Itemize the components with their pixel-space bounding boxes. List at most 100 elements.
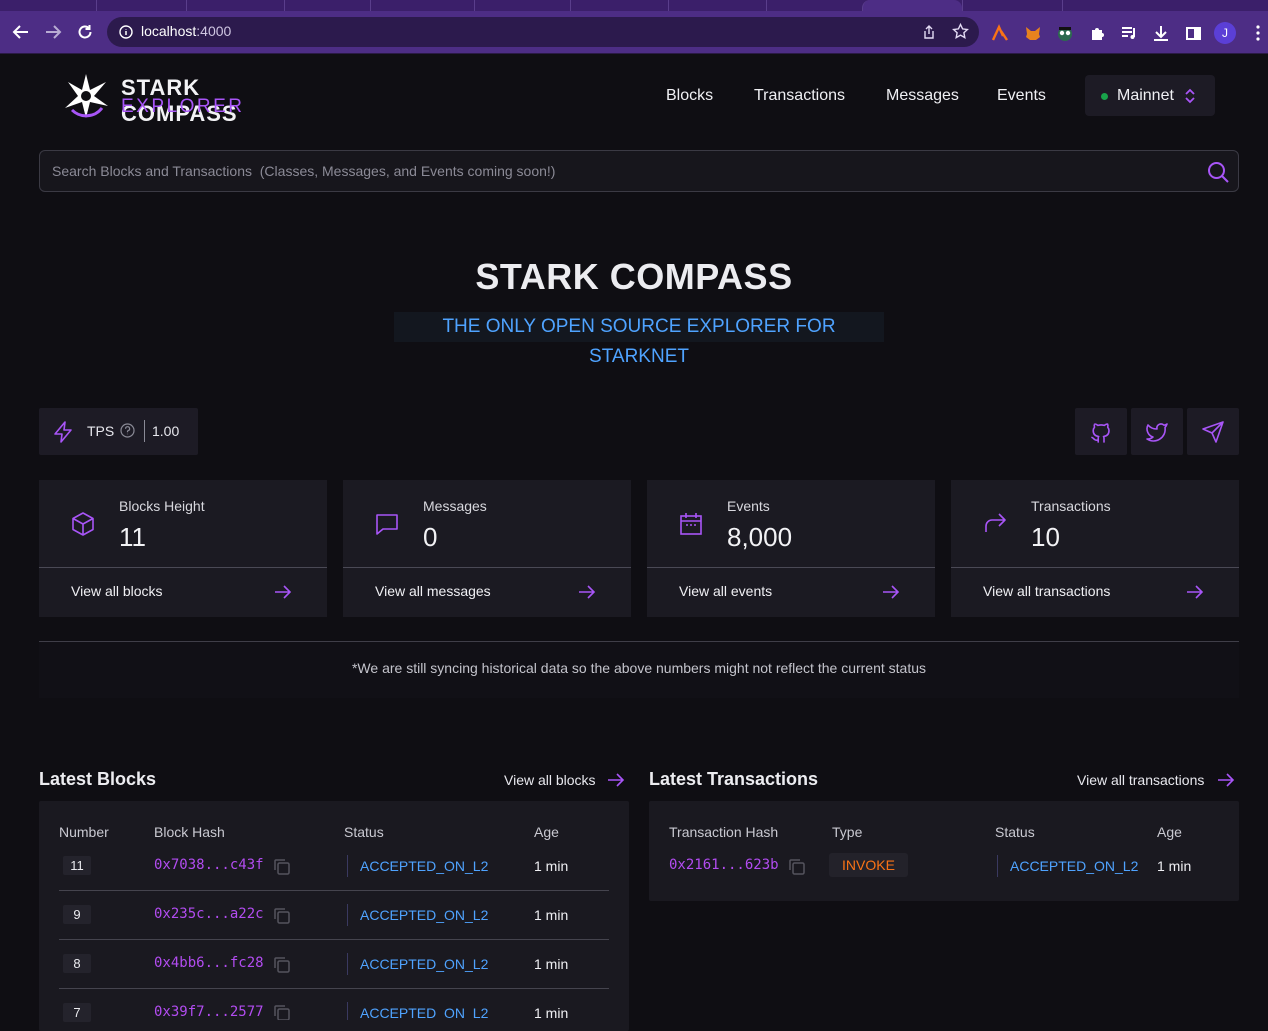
arrow-right-icon[interactable] (577, 584, 597, 600)
hero-subtitle: THE ONLY OPEN SOURCE EXPLORER FOR STARKN… (394, 312, 884, 367)
back-button[interactable] (10, 21, 32, 43)
block-hash-link[interactable]: 0x7038...c43f (154, 857, 264, 873)
status-badge: ACCEPTED_ON_L2 (997, 855, 1138, 877)
url-port: :4000 (196, 23, 232, 39)
latest-blocks-view-all-link[interactable]: View all blocks (504, 772, 596, 788)
search-input[interactable] (52, 161, 1182, 181)
latest-blocks-title: Latest Blocks (39, 769, 157, 789)
browser-tab[interactable] (1062, 0, 1158, 11)
search-icon[interactable] (1206, 160, 1230, 184)
copy-icon[interactable] (272, 1003, 292, 1020)
info-icon[interactable] (119, 25, 133, 39)
column-header: Age (534, 824, 559, 840)
twitter-icon (1146, 422, 1168, 442)
view-all-blocks-link[interactable]: View all blocks (71, 583, 163, 599)
view-all-events-link[interactable]: View all events (679, 583, 772, 599)
puzzle-icon (1091, 27, 1104, 40)
arrow-right-icon[interactable] (1185, 584, 1205, 600)
github-icon (1091, 422, 1110, 443)
browser-tab[interactable] (570, 0, 668, 11)
twitter-button[interactable] (1131, 408, 1183, 455)
bookmark-star-icon[interactable] (952, 23, 969, 40)
browser-tab[interactable] (370, 0, 474, 11)
stat-value: 8,000 (727, 522, 793, 552)
browser-tab[interactable] (284, 0, 370, 11)
browser-toolbar: localhost:4000 J (0, 11, 1268, 54)
nav-transactions[interactable]: Transactions (754, 87, 845, 105)
arrow-right-icon[interactable] (1216, 772, 1236, 788)
forward-button[interactable] (42, 21, 64, 43)
extension-icon[interactable] (990, 23, 1010, 43)
status-badge: ACCEPTED_ON_L2 (347, 1002, 488, 1020)
site-logo[interactable]: STARK COMPASS EXPLORER (62, 72, 302, 126)
kebab-menu-icon (1256, 25, 1260, 41)
row-divider (59, 939, 609, 940)
column-header: Block Hash (154, 824, 225, 840)
arrow-right-icon (46, 25, 62, 39)
browser-menu-button[interactable] (1248, 23, 1268, 43)
reload-button[interactable] (74, 21, 96, 43)
share-icon[interactable] (921, 24, 937, 40)
media-button[interactable] (1119, 23, 1139, 43)
browser-tab[interactable] (766, 0, 862, 11)
extension-icon[interactable] (1023, 23, 1043, 43)
tps-separator (144, 420, 145, 442)
tps-widget: TPS 1.00 (39, 408, 198, 455)
browser-tab[interactable] (186, 0, 284, 11)
browser-tab[interactable] (668, 0, 766, 11)
status-badge: ACCEPTED_ON_L2 (347, 904, 488, 926)
column-header: Status (995, 824, 1035, 840)
block-hash-link[interactable]: 0x235c...a22c (154, 906, 264, 922)
browser-tab[interactable] (96, 0, 186, 11)
arrow-right-icon[interactable] (606, 772, 626, 788)
hero-title: STARK COMPASS (475, 256, 793, 297)
block-number[interactable]: 8 (63, 954, 91, 973)
latest-transactions-view-all-link[interactable]: View all transactions (1077, 772, 1204, 788)
browser-tab-active[interactable] (862, 0, 962, 11)
stat-card-transactions: Transactions 10 View all transactions (951, 480, 1239, 617)
arrow-right-icon[interactable] (881, 584, 901, 600)
column-header: Type (832, 824, 863, 840)
block-number[interactable]: 11 (63, 856, 91, 875)
card-divider (647, 567, 935, 568)
copy-icon[interactable] (272, 857, 292, 877)
address-bar[interactable]: localhost:4000 (107, 17, 979, 47)
browser-tab[interactable] (474, 0, 570, 11)
downloads-button[interactable] (1151, 23, 1171, 43)
transaction-hash-link[interactable]: 0x2161...623b (669, 857, 779, 873)
nav-blocks[interactable]: Blocks (666, 87, 713, 105)
copy-icon[interactable] (787, 857, 807, 877)
arrow-left-icon (12, 25, 28, 39)
side-panel-button[interactable] (1183, 23, 1203, 43)
copy-icon[interactable] (272, 906, 292, 926)
view-all-messages-link[interactable]: View all messages (375, 583, 491, 599)
column-header: Age (1157, 824, 1182, 840)
status-badge: ACCEPTED_ON_L2 (347, 855, 488, 877)
column-header: Transaction Hash (669, 824, 779, 840)
github-button[interactable] (1075, 408, 1127, 455)
block-number[interactable]: 9 (63, 905, 91, 924)
block-hash-link[interactable]: 0x39f7...2577 (154, 1004, 264, 1020)
nav-events[interactable]: Events (997, 87, 1046, 105)
nav-messages[interactable]: Messages (886, 87, 959, 105)
block-number[interactable]: 7 (63, 1003, 91, 1022)
extension-icon[interactable] (1055, 23, 1075, 43)
extensions-button[interactable] (1087, 23, 1107, 43)
arrow-right-icon[interactable] (273, 584, 293, 600)
forward-arrow-icon (985, 513, 1006, 532)
block-hash-link[interactable]: 0x4bb6...fc28 (154, 955, 264, 971)
view-all-transactions-link[interactable]: View all transactions (983, 583, 1110, 599)
help-circle-icon[interactable] (120, 423, 135, 438)
latest-transactions-title: Latest Transactions (649, 769, 819, 789)
stat-value: 10 (1031, 522, 1060, 552)
network-selector[interactable]: Mainnet (1085, 75, 1215, 116)
stat-card-events: Events 8,000 View all events (647, 480, 935, 617)
profile-avatar[interactable]: J (1214, 22, 1236, 44)
lightning-icon (54, 421, 72, 443)
copy-icon[interactable] (272, 955, 292, 975)
telegram-button[interactable] (1187, 408, 1239, 455)
arc-extension-icon (991, 24, 1008, 41)
card-divider (343, 567, 631, 568)
browser-tab[interactable] (962, 0, 1062, 11)
network-status-dot (1101, 93, 1108, 100)
